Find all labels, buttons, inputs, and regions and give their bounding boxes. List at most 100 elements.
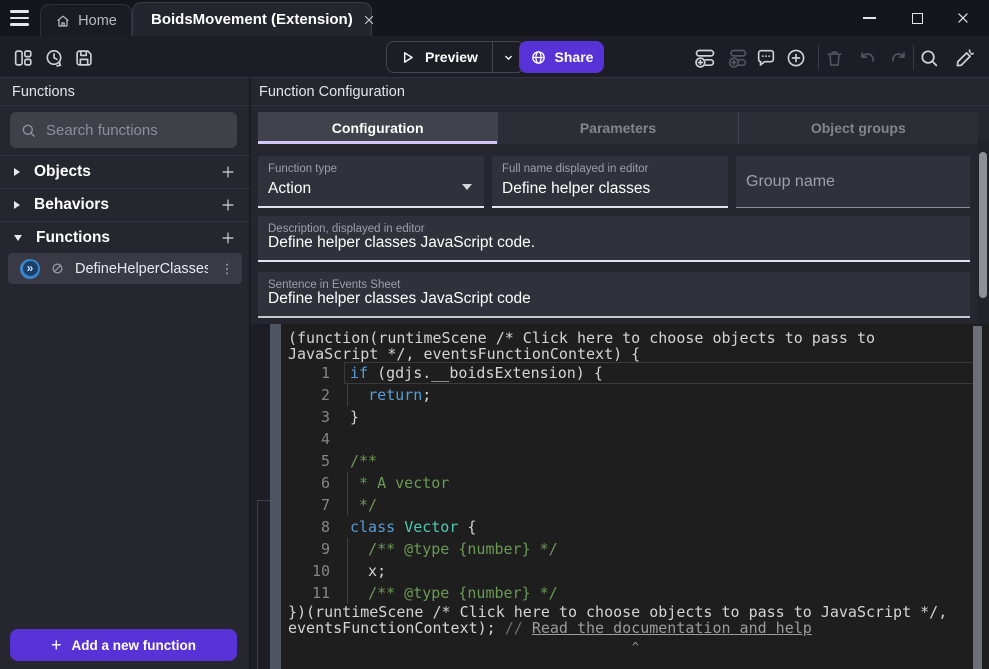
tab-home-label: Home xyxy=(78,13,117,29)
save-icon[interactable] xyxy=(70,47,98,69)
code-line[interactable]: 11 /** @type {number} */ xyxy=(282,582,989,604)
tab-parameters[interactable]: Parameters xyxy=(497,112,737,144)
globe-icon xyxy=(530,49,547,66)
events-sheet: (function(runtimeScene /* Click here to … xyxy=(251,324,989,669)
redo-icon[interactable] xyxy=(884,47,912,69)
share-button[interactable]: Share xyxy=(519,41,604,73)
collapse-caret-icon[interactable]: ^ xyxy=(282,641,989,653)
function-item-definehelperclasses[interactable]: » DefineHelperClasses xyxy=(8,253,242,284)
add-circle-icon[interactable] xyxy=(782,47,810,69)
window-minimize-button[interactable] xyxy=(853,4,885,32)
preview-button-main[interactable]: Preview xyxy=(387,42,492,72)
title-bar: Home BoidsMovement (Extension) xyxy=(0,0,989,36)
line-number: 5 xyxy=(282,450,330,472)
trash-icon[interactable] xyxy=(820,47,848,69)
function-item-menu-icon[interactable] xyxy=(218,261,236,277)
add-function-plus-button[interactable] xyxy=(218,228,238,248)
line-number: 9 xyxy=(282,538,330,560)
sidebar-section-behaviors[interactable]: Behaviors xyxy=(0,188,250,221)
code-line[interactable]: 3} xyxy=(282,406,989,428)
search-functions-input[interactable] xyxy=(46,122,245,139)
code-line[interactable]: 4 xyxy=(282,428,989,450)
search-icon[interactable] xyxy=(915,47,943,69)
tab-configuration-label: Configuration xyxy=(332,120,424,136)
home-icon xyxy=(55,13,71,29)
add-behavior-button[interactable] xyxy=(218,195,238,215)
event-drag-handle[interactable] xyxy=(270,324,281,669)
tab-object-groups[interactable]: Object groups xyxy=(738,112,978,144)
tab-boidsmovement[interactable]: BoidsMovement (Extension) xyxy=(132,2,372,36)
code-scrollbar-thumb[interactable] xyxy=(973,326,982,669)
history-icon[interactable] xyxy=(40,47,68,69)
full-name-value: Define helper classes xyxy=(502,180,650,198)
sentence-field[interactable]: Sentence in Events Sheet Define helper c… xyxy=(258,272,970,318)
tab-object-groups-label: Object groups xyxy=(811,120,906,136)
tab-parameters-label: Parameters xyxy=(580,120,656,136)
code-line[interactable]: 6 * A vector xyxy=(282,472,989,494)
sentence-value: Define helper classes JavaScript code xyxy=(268,290,531,308)
code-line[interactable]: 7 */ xyxy=(282,494,989,516)
line-number: 3 xyxy=(282,406,330,428)
search-icon xyxy=(20,122,37,139)
tab-configuration[interactable]: Configuration xyxy=(258,112,497,144)
full-name-field[interactable]: Full name displayed in editor Define hel… xyxy=(492,156,728,208)
add-event-icon[interactable] xyxy=(691,47,719,69)
function-type-select[interactable]: Function type Action xyxy=(258,156,484,208)
sidebar-section-functions[interactable]: Functions xyxy=(0,221,250,254)
chevron-right-icon xyxy=(14,201,20,209)
description-field[interactable]: Description, displayed in editor Define … xyxy=(258,216,970,262)
menu-icon[interactable] xyxy=(8,5,36,31)
code-header-line[interactable]: JavaScript */, eventsFunctionContext) { xyxy=(282,346,989,362)
function-icon: » xyxy=(20,259,40,279)
chevron-right-icon xyxy=(14,168,20,176)
code-line[interactable]: 2 return; xyxy=(282,384,989,406)
function-type-value: Action xyxy=(268,180,311,198)
window-maximize-button[interactable] xyxy=(901,4,933,32)
code-line[interactable]: 5/** xyxy=(282,450,989,472)
chevron-down-icon xyxy=(502,51,515,64)
code-line[interactable]: 1if (gdjs.__boidsExtension) { xyxy=(282,362,989,384)
code-footer-comment: // xyxy=(505,619,532,637)
search-functions-box[interactable] xyxy=(10,112,237,148)
code-header-line[interactable]: (function(runtimeScene /* Click here to … xyxy=(282,330,989,346)
main-header: Function Configuration xyxy=(251,78,989,106)
code-line[interactable]: 8class Vector { xyxy=(282,516,989,538)
documentation-link[interactable]: Read the documentation and help xyxy=(532,619,812,637)
code-line[interactable]: 9 /** @type {number} */ xyxy=(282,538,989,560)
sidebar-section-objects[interactable]: Objects xyxy=(0,155,250,188)
line-number: 6 xyxy=(282,472,330,494)
description-value: Define helper classes JavaScript code. xyxy=(268,234,535,252)
toolbar-divider xyxy=(913,45,914,70)
section-objects-label: Objects xyxy=(34,163,218,181)
add-object-button[interactable] xyxy=(218,162,238,182)
open-editors-panel-icon[interactable] xyxy=(9,47,37,69)
code-footer-line[interactable]: })(runtimeScene /* Click here to choose … xyxy=(282,604,989,620)
config-scrollbar-thumb[interactable] xyxy=(979,152,987,298)
functions-sidebar: Functions Objects Behaviors Functions xyxy=(0,78,250,669)
app-window: Home BoidsMovement (Extension) Preview xyxy=(0,0,989,669)
code-footer-code: eventsFunctionContext); xyxy=(288,619,505,637)
code-footer-line[interactable]: eventsFunctionContext); // Read the docu… xyxy=(282,620,989,636)
line-number: 4 xyxy=(282,428,330,450)
line-number: 10 xyxy=(282,560,330,582)
sidebar-header: Functions xyxy=(0,78,249,106)
add-comment-icon[interactable] xyxy=(752,47,780,69)
add-subevent-icon[interactable] xyxy=(723,47,751,69)
window-close-button[interactable] xyxy=(947,4,979,32)
section-behaviors-label: Behaviors xyxy=(34,196,218,214)
full-name-label: Full name displayed in editor xyxy=(502,163,648,175)
tab-close-icon[interactable] xyxy=(363,14,375,26)
group-name-input[interactable] xyxy=(746,156,960,207)
section-functions-label: Functions xyxy=(36,229,218,247)
subevent-connector-line xyxy=(257,500,270,501)
add-new-function-button[interactable]: + Add a new function xyxy=(10,629,237,661)
line-number: 11 xyxy=(282,582,330,604)
preview-button[interactable]: Preview xyxy=(386,41,525,73)
function-type-label: Function type xyxy=(268,163,337,175)
code-line[interactable]: 10 x; xyxy=(282,560,989,582)
undo-icon[interactable] xyxy=(854,47,882,69)
edit-extension-icon[interactable] xyxy=(950,47,978,69)
group-name-field[interactable] xyxy=(736,156,970,208)
javascript-code-event: (function(runtimeScene /* Click here to … xyxy=(282,324,989,669)
tab-home[interactable]: Home xyxy=(40,4,132,36)
